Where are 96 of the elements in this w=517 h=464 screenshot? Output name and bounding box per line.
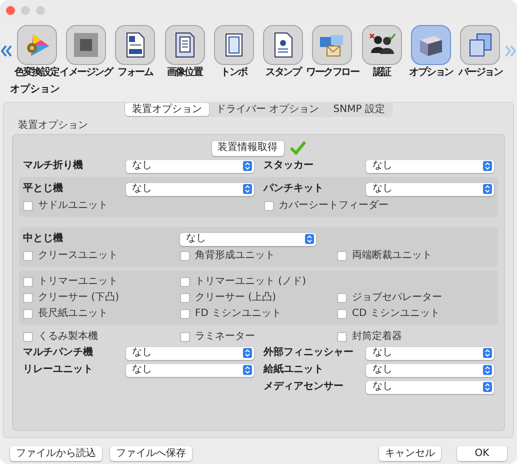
field-label: マルチパンチ機 (23, 348, 94, 358)
section-title: オプション (10, 85, 60, 95)
checkbox[interactable] (23, 276, 33, 286)
field-label: 給紙ユニット (264, 365, 324, 375)
toolbar-button[interactable] (411, 24, 452, 64)
checkbox[interactable] (23, 292, 33, 302)
field-label: スタッカー (264, 161, 314, 171)
toolbar-label: 色変換設定 (14, 68, 59, 78)
field-label: メディアセンサー (264, 382, 344, 392)
dropdown[interactable]: なし (180, 232, 316, 246)
toolbar-button[interactable] (214, 24, 254, 64)
checkbox-label: 長尺紙ユニット (38, 308, 108, 318)
dropdown[interactable]: なし (366, 182, 494, 196)
toolbar-label: オプション (409, 68, 454, 78)
checkbox[interactable] (180, 276, 190, 286)
toolbar-label: 画像位置 (166, 68, 202, 78)
toolbar-label: スタンプ (266, 68, 301, 78)
checkbox-label: カバーシートフィーダー (278, 200, 388, 210)
toolbar-button[interactable] (362, 24, 402, 64)
dropdown[interactable]: なし (366, 346, 494, 360)
stepper-icon (483, 161, 492, 171)
stepper-icon (483, 184, 492, 194)
checkbox-label: くるみ製本機 (38, 332, 98, 342)
tab[interactable]: 装置オプション (125, 103, 210, 116)
toolbar-label: ワークフロー (306, 68, 359, 78)
toolbar-button[interactable] (164, 24, 205, 64)
stepper-icon (242, 365, 252, 375)
group-title: 装置オプション (18, 121, 88, 131)
checkbox[interactable] (337, 250, 347, 260)
stepper-icon (242, 161, 252, 171)
field-label: マルチ折り機 (23, 161, 84, 171)
checkbox-label: ジョブセパレーター (352, 292, 442, 302)
stepper-icon (242, 348, 252, 358)
checkbox-label: サドルユニット (38, 200, 108, 210)
field-label: パンチキット (264, 184, 324, 194)
toolbar-button[interactable] (263, 24, 304, 64)
minimize-button[interactable] (21, 6, 30, 14)
square-icon (72, 30, 100, 58)
toolbar-label: 認証 (372, 68, 391, 78)
stepper-icon (242, 184, 252, 194)
checkbox[interactable] (264, 200, 274, 210)
checkbox[interactable] (23, 200, 33, 210)
checkbox-label: 封筒定着器 (352, 332, 402, 342)
field-label: 平とじ機 (23, 184, 64, 194)
dropdown[interactable]: なし (366, 160, 494, 172)
push-button[interactable]: 装置情報取得 (212, 140, 284, 156)
dropdown[interactable]: なし (126, 364, 254, 376)
checkbox[interactable] (180, 292, 190, 302)
checkbox-label: 角背形成ユニット (195, 250, 275, 260)
dropdown[interactable]: なし (366, 364, 494, 376)
checkbox-label: クリースユニット (38, 250, 118, 260)
toolbar-button[interactable] (115, 24, 156, 64)
dropdown[interactable]: なし (126, 182, 254, 196)
close-button[interactable] (6, 6, 15, 14)
checkbox-label: ラミネーター (195, 332, 255, 342)
checkbox-label: CD ミシンユニット (352, 308, 440, 318)
toolbar-label: イメージング (60, 68, 112, 78)
dropdown[interactable]: なし (126, 346, 254, 360)
checkbox[interactable] (23, 332, 33, 342)
stepper-icon (483, 365, 492, 375)
checkbox-label: FD ミシンユニット (195, 308, 282, 318)
checkbox[interactable] (337, 292, 347, 302)
dropdown[interactable]: なし (126, 160, 254, 172)
push-button[interactable]: ファイルへ保存 (110, 446, 192, 461)
checkbox[interactable] (180, 308, 190, 318)
checkbox-label: トリマーユニット (ノド) (195, 276, 306, 286)
push-button[interactable]: ファイルから読込 (10, 446, 102, 461)
push-button[interactable]: OK (457, 446, 507, 461)
field-label: 外部フィニッシャー (264, 348, 354, 358)
checkbox-label: トリマーユニット (38, 276, 118, 286)
chevrons-left-icon[interactable] (1, 44, 12, 58)
checkbox-label: クリーサー (上凸) (195, 292, 276, 302)
stepper-icon (483, 382, 492, 392)
toolbar-label: フォーム (118, 68, 153, 78)
stepper-icon (305, 234, 314, 244)
toolbar-button[interactable] (66, 24, 106, 64)
checkbox[interactable] (180, 332, 190, 342)
toolbar-button[interactable] (460, 24, 500, 64)
dropdown[interactable]: なし (366, 380, 494, 394)
tab[interactable]: SNMP 設定 (326, 103, 392, 116)
checkbox-label: 両端断裁ユニット (352, 250, 432, 260)
stepper-icon (483, 348, 492, 358)
chevrons-right-icon[interactable] (505, 44, 516, 58)
toolbar-label: バージョン (458, 68, 502, 78)
zoom-button[interactable] (36, 6, 45, 14)
checkbox[interactable] (180, 250, 190, 260)
tab[interactable]: ドライバー オプション (209, 103, 326, 116)
checkbox[interactable] (23, 308, 33, 318)
field-label: 中とじ機 (23, 234, 64, 244)
checkbox-label: クリーサー (下凸) (38, 292, 119, 302)
checkbox[interactable] (337, 332, 347, 342)
field-label: リレーユニット (23, 365, 94, 375)
checkbox[interactable] (337, 308, 347, 318)
toolbar-label: トンボ (220, 68, 248, 78)
checkbox[interactable] (23, 250, 33, 260)
push-button[interactable]: キャンセル (379, 446, 441, 461)
